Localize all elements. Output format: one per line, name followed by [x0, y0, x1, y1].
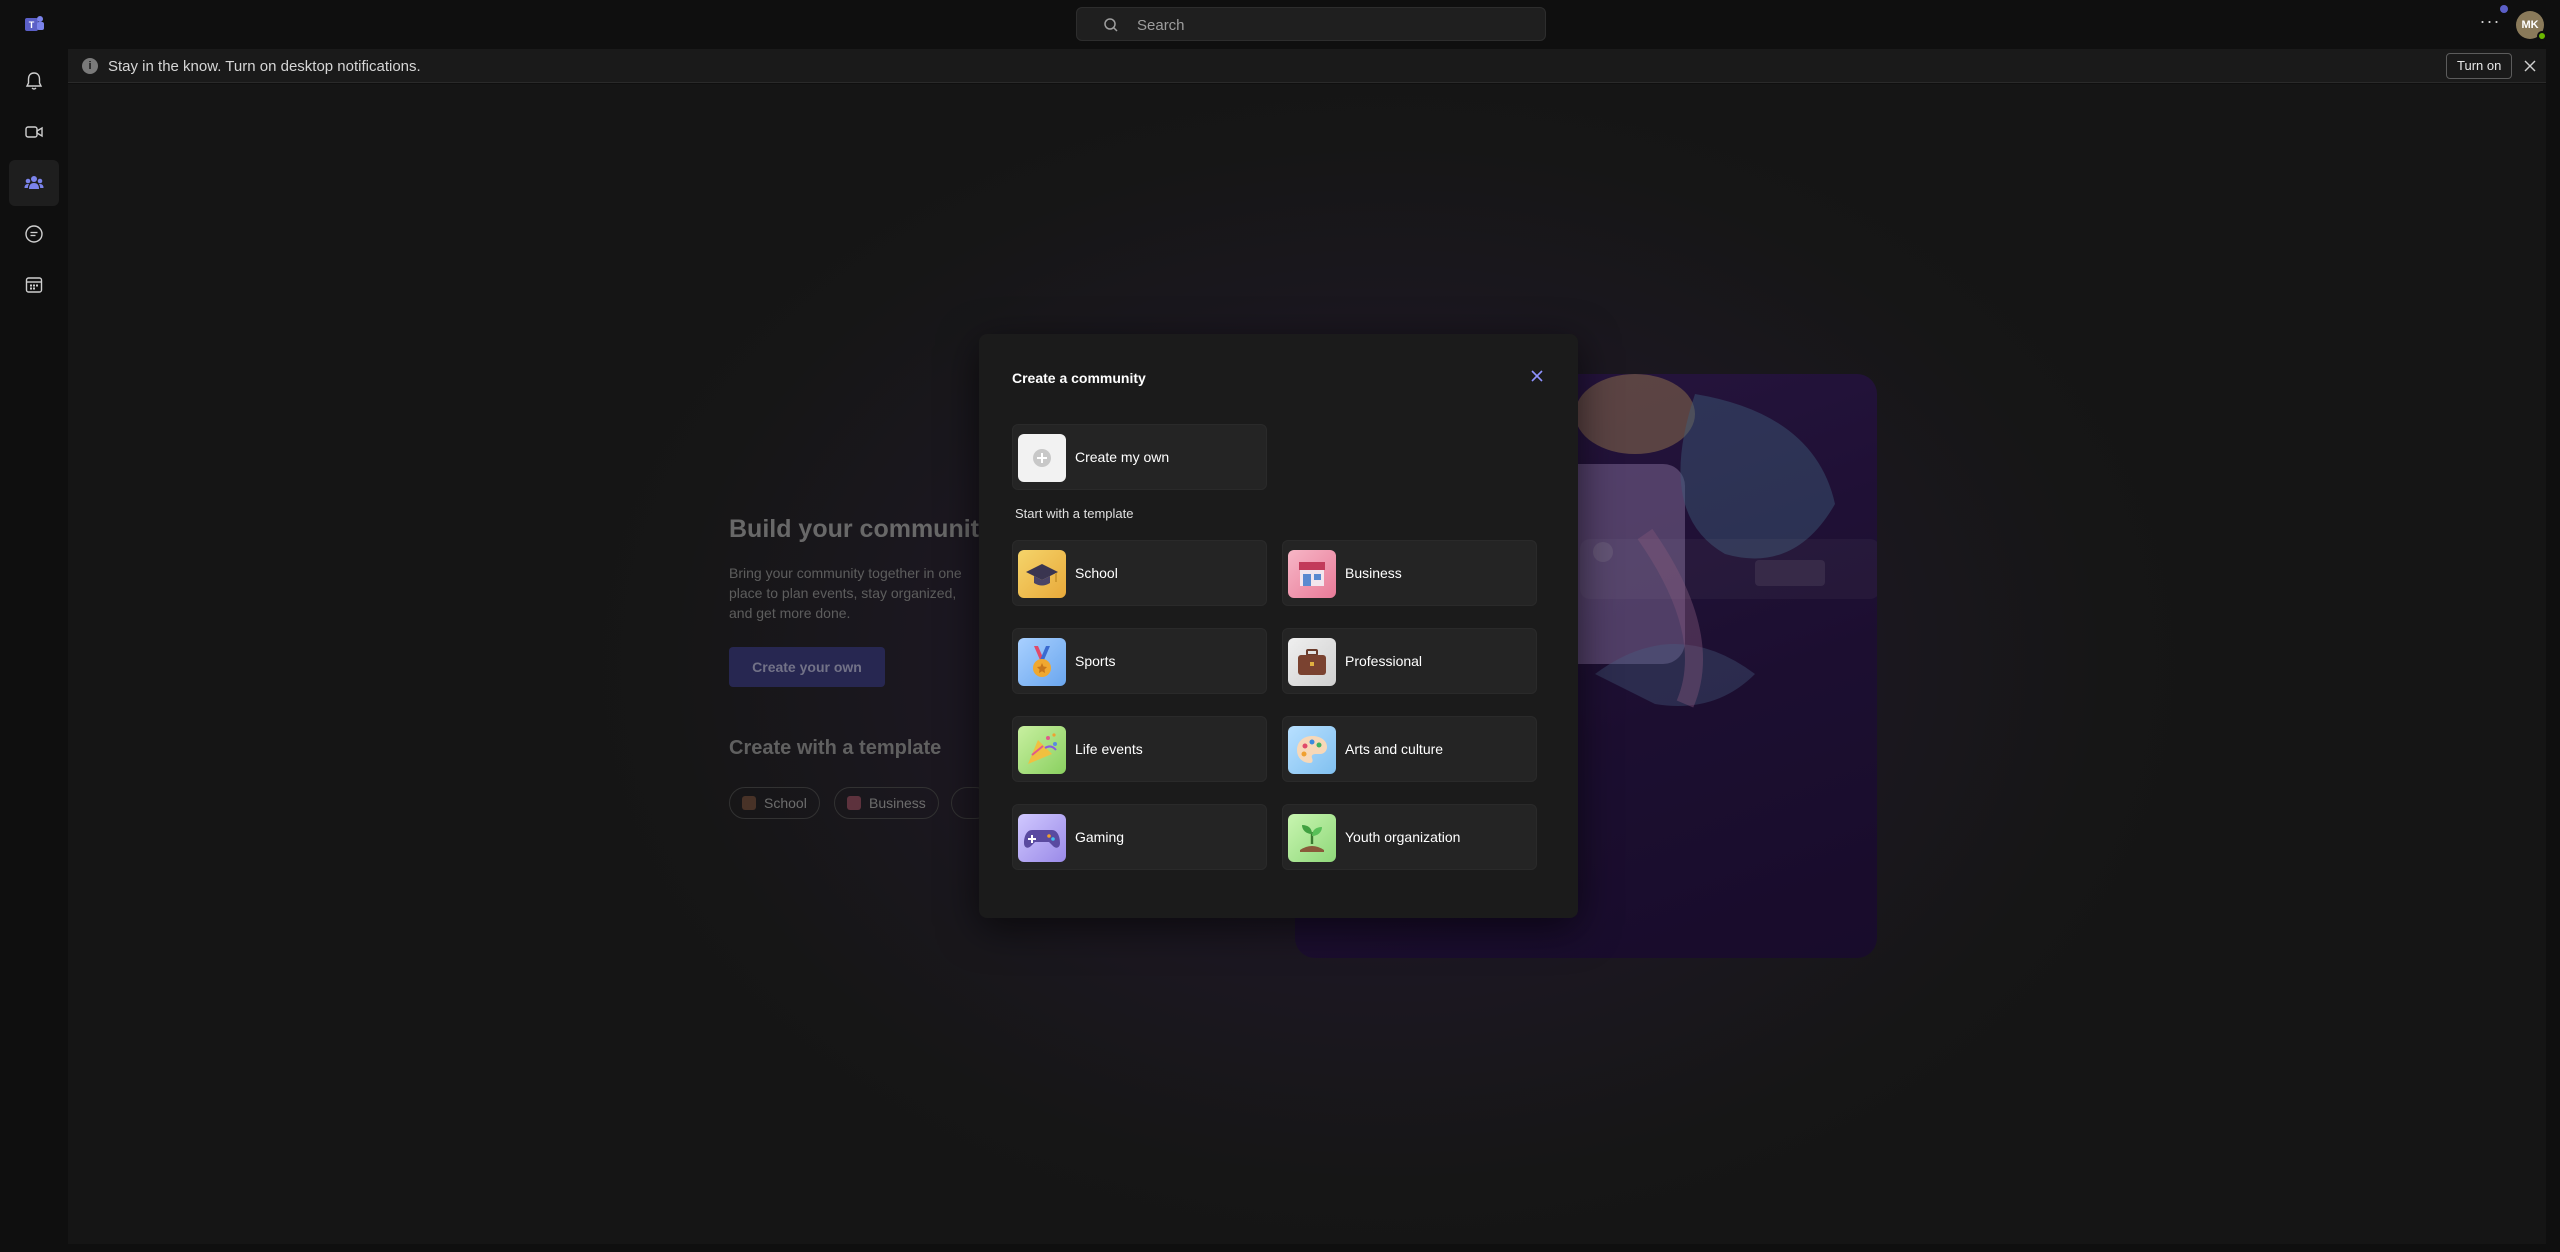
template-school[interactable]: School — [1012, 540, 1267, 606]
search-placeholder: Search — [1137, 17, 1185, 34]
rail-item-activity[interactable] — [9, 58, 59, 104]
close-dialog-icon[interactable] — [1527, 366, 1547, 386]
seedling-icon — [1288, 814, 1336, 862]
template-label: Youth organization — [1345, 829, 1461, 845]
turn-on-notifications-button[interactable]: Turn on — [2446, 53, 2513, 79]
rail-item-chat[interactable] — [9, 211, 59, 257]
template-label: Sports — [1075, 653, 1116, 669]
template-arts-and-culture[interactable]: Arts and culture — [1282, 716, 1537, 782]
close-banner-icon[interactable] — [2520, 56, 2540, 76]
presence-status-icon — [2537, 31, 2547, 41]
communities-icon — [24, 176, 44, 189]
rail-item-meet[interactable] — [9, 109, 59, 155]
template-professional[interactable]: Professional — [1282, 628, 1537, 694]
teams-logo-icon: T — [22, 12, 46, 36]
notification-banner: i Stay in the know. Turn on desktop noti… — [68, 49, 2546, 83]
search-input[interactable]: Search — [1076, 7, 1546, 41]
search-icon — [1103, 17, 1119, 33]
create-my-own-label: Create my own — [1075, 449, 1170, 465]
graduation-cap-icon — [1018, 550, 1066, 598]
template-label: Business — [1345, 565, 1402, 581]
party-popper-icon — [1018, 726, 1066, 774]
medal-icon — [1018, 638, 1066, 686]
calendar-icon — [25, 277, 43, 293]
svg-text:T: T — [29, 20, 35, 30]
template-label: Life events — [1075, 741, 1143, 757]
template-label: Gaming — [1075, 829, 1125, 845]
palette-icon — [1288, 726, 1336, 774]
template-gaming[interactable]: Gaming — [1012, 804, 1267, 870]
create-community-dialog: Create a community Create my own Start w… — [979, 334, 1578, 918]
rail-item-calendar[interactable] — [9, 262, 59, 308]
template-youth-organization[interactable]: Youth organization — [1282, 804, 1537, 870]
more-options-button[interactable]: ··· — [2478, 12, 2502, 36]
app-rail — [0, 49, 68, 1252]
title-bar: T Search ··· MK — [0, 0, 2560, 49]
plus-icon — [1018, 434, 1066, 482]
template-label: Arts and culture — [1345, 741, 1444, 757]
notification-message: Stay in the know. Turn on desktop notifi… — [108, 58, 421, 75]
template-label: Professional — [1345, 653, 1423, 669]
rail-item-communities[interactable] — [9, 160, 59, 206]
chat-icon — [25, 225, 43, 243]
info-icon: i — [82, 58, 98, 74]
activity-dot — [2500, 5, 2508, 13]
briefcase-icon — [1288, 638, 1336, 686]
template-section-label: Start with a template — [1015, 506, 1134, 521]
game-controller-icon — [1018, 814, 1066, 862]
video-camera-icon — [25, 126, 43, 138]
template-sports[interactable]: Sports — [1012, 628, 1267, 694]
create-my-own-button[interactable]: Create my own — [1012, 424, 1267, 490]
bell-icon — [25, 72, 43, 90]
template-life-events[interactable]: Life events — [1012, 716, 1267, 782]
template-label: School — [1075, 565, 1118, 581]
template-business[interactable]: Business — [1282, 540, 1537, 606]
dialog-title: Create a community — [1012, 370, 1146, 386]
storefront-icon — [1288, 550, 1336, 598]
